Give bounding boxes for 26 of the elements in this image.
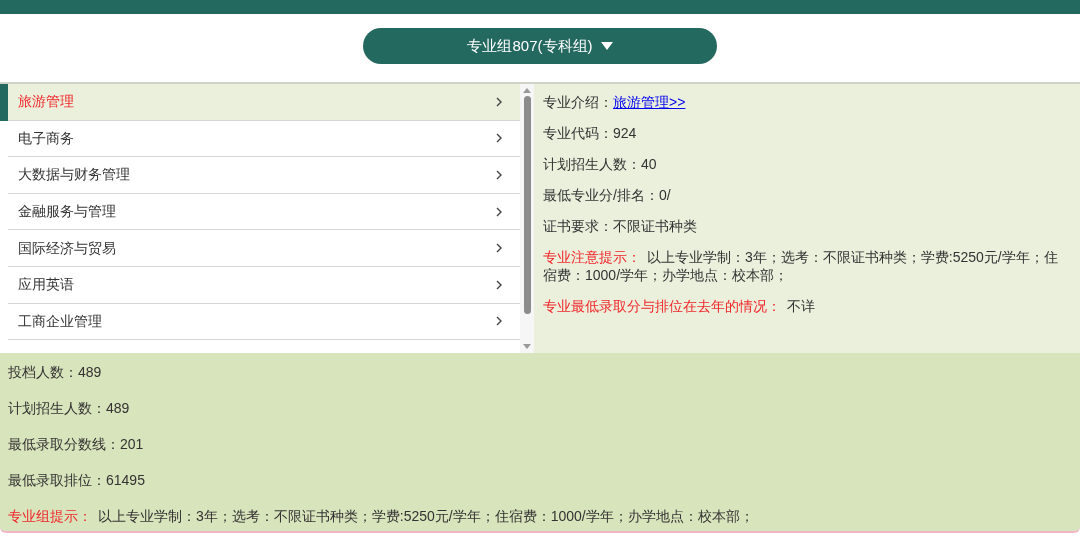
notice-text: 专业最低录取分与排位在去年的情况： 不详 bbox=[543, 297, 816, 315]
chevron-right-icon bbox=[496, 96, 502, 107]
notice-text: 专业组提示： 以上专业学制：3年；选考：不限证书种类；学费:5250元/学年；住宿费：1000/学年；办学地点：校本部； bbox=[8, 507, 755, 525]
caret-icon bbox=[600, 42, 613, 50]
info-line: 最低专业分/排名：0/ bbox=[543, 186, 672, 204]
chevron-right-icon bbox=[496, 316, 502, 327]
info-line: 最低录取排位：61495 bbox=[8, 471, 146, 489]
info-line: 证书要求：不限证书种类 bbox=[543, 217, 698, 235]
chevron-right-icon bbox=[496, 279, 502, 290]
notice-text: 专业注意提示： 以上专业学制：3年；选考：不限证书种类；学费:5250元/学年；住宿费：1000/学年；办学地点：校本部； bbox=[543, 248, 1059, 284]
chevron-right-icon bbox=[496, 206, 502, 217]
chevron-right-icon bbox=[496, 170, 502, 180]
scrollbar[interactable] bbox=[520, 84, 534, 353]
major-intro-link[interactable]: 旅游管理>> bbox=[613, 94, 686, 110]
chevron-right-icon bbox=[496, 243, 502, 254]
info-line: 最低录取分数线：201 bbox=[8, 435, 145, 453]
scroll-up-icon[interactable] bbox=[523, 88, 531, 93]
chevron-right-icon bbox=[496, 133, 502, 144]
info-line: 投档人数：489 bbox=[8, 363, 103, 381]
field-label: 专业介绍： bbox=[543, 94, 613, 110]
info-line: 计划招生人数：40 bbox=[543, 155, 658, 173]
info-line: 专业代码：924 bbox=[543, 124, 638, 142]
group-dropdown[interactable]: 专业组807(专科组) bbox=[363, 28, 717, 64]
scroll-down-icon[interactable] bbox=[523, 344, 531, 349]
info-line: 计划招生人数：489 bbox=[8, 399, 131, 417]
major-list-item[interactable]: 旅游管理 bbox=[8, 84, 520, 121]
